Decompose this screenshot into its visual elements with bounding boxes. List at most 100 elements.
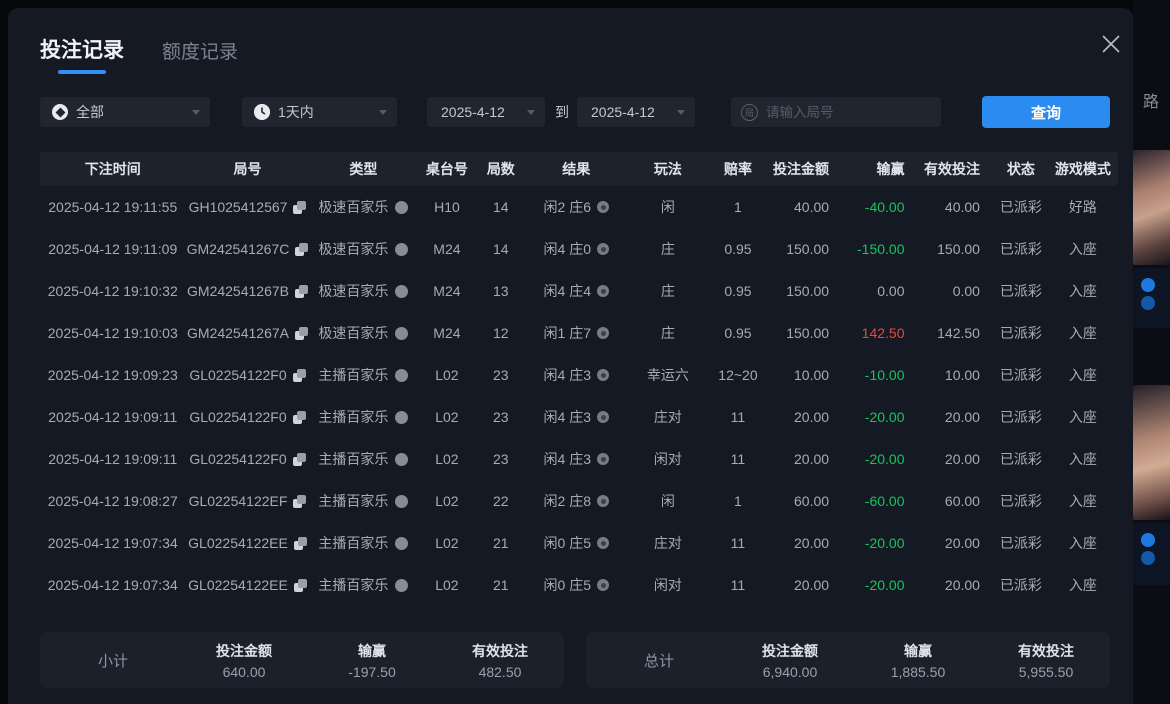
total-card: 总计 投注金额 6,940.00 输赢 1,885.50 有效投注 5,955.… [586,632,1110,688]
date-from-value: 2025-4-12 [441,104,505,120]
valid-cell: 150.00 [919,228,994,270]
mode-cell: 入座 [1048,270,1118,312]
result-info-icon[interactable] [597,369,609,381]
search-input[interactable] [766,105,916,120]
round-cell: 14 [477,186,526,228]
odds-cell: 1 [708,186,767,228]
round-cell: 23 [477,396,526,438]
valid-cell: 60.00 [919,480,994,522]
category-dropdown[interactable]: 全部 [40,97,210,127]
table-row: 2025-04-12 19:08:27GL02254122EF主播百家乐L022… [40,480,1118,522]
result-info-icon[interactable] [597,285,609,297]
time-cell: 2025-04-12 19:07:34 [40,564,186,606]
date-from-picker[interactable]: 2025-4-12 [427,97,545,127]
status-cell: 已派彩 [994,270,1048,312]
game-type-cell: 主播百家乐 [309,480,417,522]
tableNo-cell: L02 [417,438,476,480]
result-cell: 闲4 庄3 [525,396,627,438]
copy-icon[interactable] [295,327,308,340]
tableNo-cell: H10 [417,186,476,228]
game-id: GM242541267B [187,283,289,299]
win-cell: -10.00 [843,354,918,396]
clock-icon [254,104,270,120]
close-button[interactable] [1095,28,1127,60]
game-id-cell: GM242541267C [186,228,310,270]
game-type-cell: 主播百家乐 [309,396,417,438]
amount-cell: 20.00 [768,396,843,438]
valid-cell: 20.00 [919,522,994,564]
result-info-icon[interactable] [597,537,609,549]
time-range-dropdown[interactable]: 1天内 [242,97,397,127]
copy-icon[interactable] [294,579,307,592]
round-cell: 12 [477,312,526,354]
result-info-icon[interactable] [597,453,609,465]
result-info-icon[interactable] [597,201,609,213]
chevron-down-icon [379,110,387,115]
tableNo-cell: M24 [417,270,476,312]
copy-icon[interactable] [293,495,306,508]
odds-cell: 1 [708,480,767,522]
result-info-icon[interactable] [597,495,609,507]
result-value: 闲4 庄3 [544,407,591,427]
result-info-icon[interactable] [597,579,609,591]
date-to-picker[interactable]: 2025-4-12 [577,97,695,127]
copy-icon[interactable] [295,243,308,256]
column-header: 状态 [994,152,1048,186]
copy-icon[interactable] [293,201,306,214]
game-number-search[interactable]: 局 [731,97,941,127]
mode-cell: 入座 [1048,480,1118,522]
result-value: 闲0 庄5 [544,575,591,595]
copy-icon[interactable] [294,537,307,550]
status-cell: 已派彩 [994,186,1048,228]
bet-records-modal: 投注记录 额度记录 全部 1天内 2025-4-12 [8,8,1133,704]
lobby-thumbnail-logos [1133,268,1170,328]
play-cell: 庄 [627,312,708,354]
game-type-cell: 主播百家乐 [309,564,417,606]
tableNo-cell: L02 [417,396,476,438]
round-cell: 23 [477,438,526,480]
result-info-icon[interactable] [597,327,609,339]
game-id: GL02254122F0 [189,451,286,467]
amount-cell: 60.00 [768,480,843,522]
status-cell: 已派彩 [994,564,1048,606]
win-cell: -20.00 [843,564,918,606]
copy-icon[interactable] [293,411,306,424]
odds-cell: 0.95 [708,312,767,354]
play-cell: 庄 [627,228,708,270]
query-button[interactable]: 查询 [982,96,1110,128]
table-body: 2025-04-12 19:11:55GH1025412567极速百家乐H101… [40,186,1110,606]
copy-icon[interactable] [295,285,308,298]
round-cell: 13 [477,270,526,312]
round-cell: 21 [477,522,526,564]
mode-cell: 入座 [1048,312,1118,354]
result-info-icon[interactable] [597,411,609,423]
game-type-icon [395,369,408,382]
subtotal-valid-bet: 有效投注 482.50 [436,641,564,680]
game-type-icon [395,411,408,424]
total-winloss: 输赢 1,885.50 [854,641,982,680]
result-info-icon[interactable] [597,243,609,255]
tab-bet-records[interactable]: 投注记录 [40,34,124,78]
result-cell: 闲4 庄0 [525,228,627,270]
lobby-thumbnail-photo [1133,385,1170,520]
amount-cell: 20.00 [768,438,843,480]
lobby-thumbnail-photo [1133,150,1170,265]
game-id: GL02254122EE [188,535,288,551]
odds-cell: 12~20 [708,354,767,396]
table-row: 2025-04-12 19:10:03GM242541267A极速百家乐M241… [40,312,1118,354]
game-id-cell: GH1025412567 [186,186,310,228]
game-id-cell: GM242541267A [186,312,310,354]
filter-bar: 全部 1天内 2025-4-12 到 2025-4-12 局 [40,96,1110,128]
copy-icon[interactable] [293,453,306,466]
copy-icon[interactable] [293,369,306,382]
status-cell: 已派彩 [994,396,1048,438]
result-cell: 闲1 庄7 [525,312,627,354]
amount-cell: 150.00 [768,270,843,312]
tab-quota-records[interactable]: 额度记录 [162,37,238,78]
result-cell: 闲2 庄8 [525,480,627,522]
tab-bar: 投注记录 额度记录 [40,34,1110,78]
subtotal-bet: 投注金额 640.00 [180,641,308,680]
result-value: 闲1 庄7 [544,323,591,343]
game-type-icon [395,285,408,298]
round-cell: 23 [477,354,526,396]
